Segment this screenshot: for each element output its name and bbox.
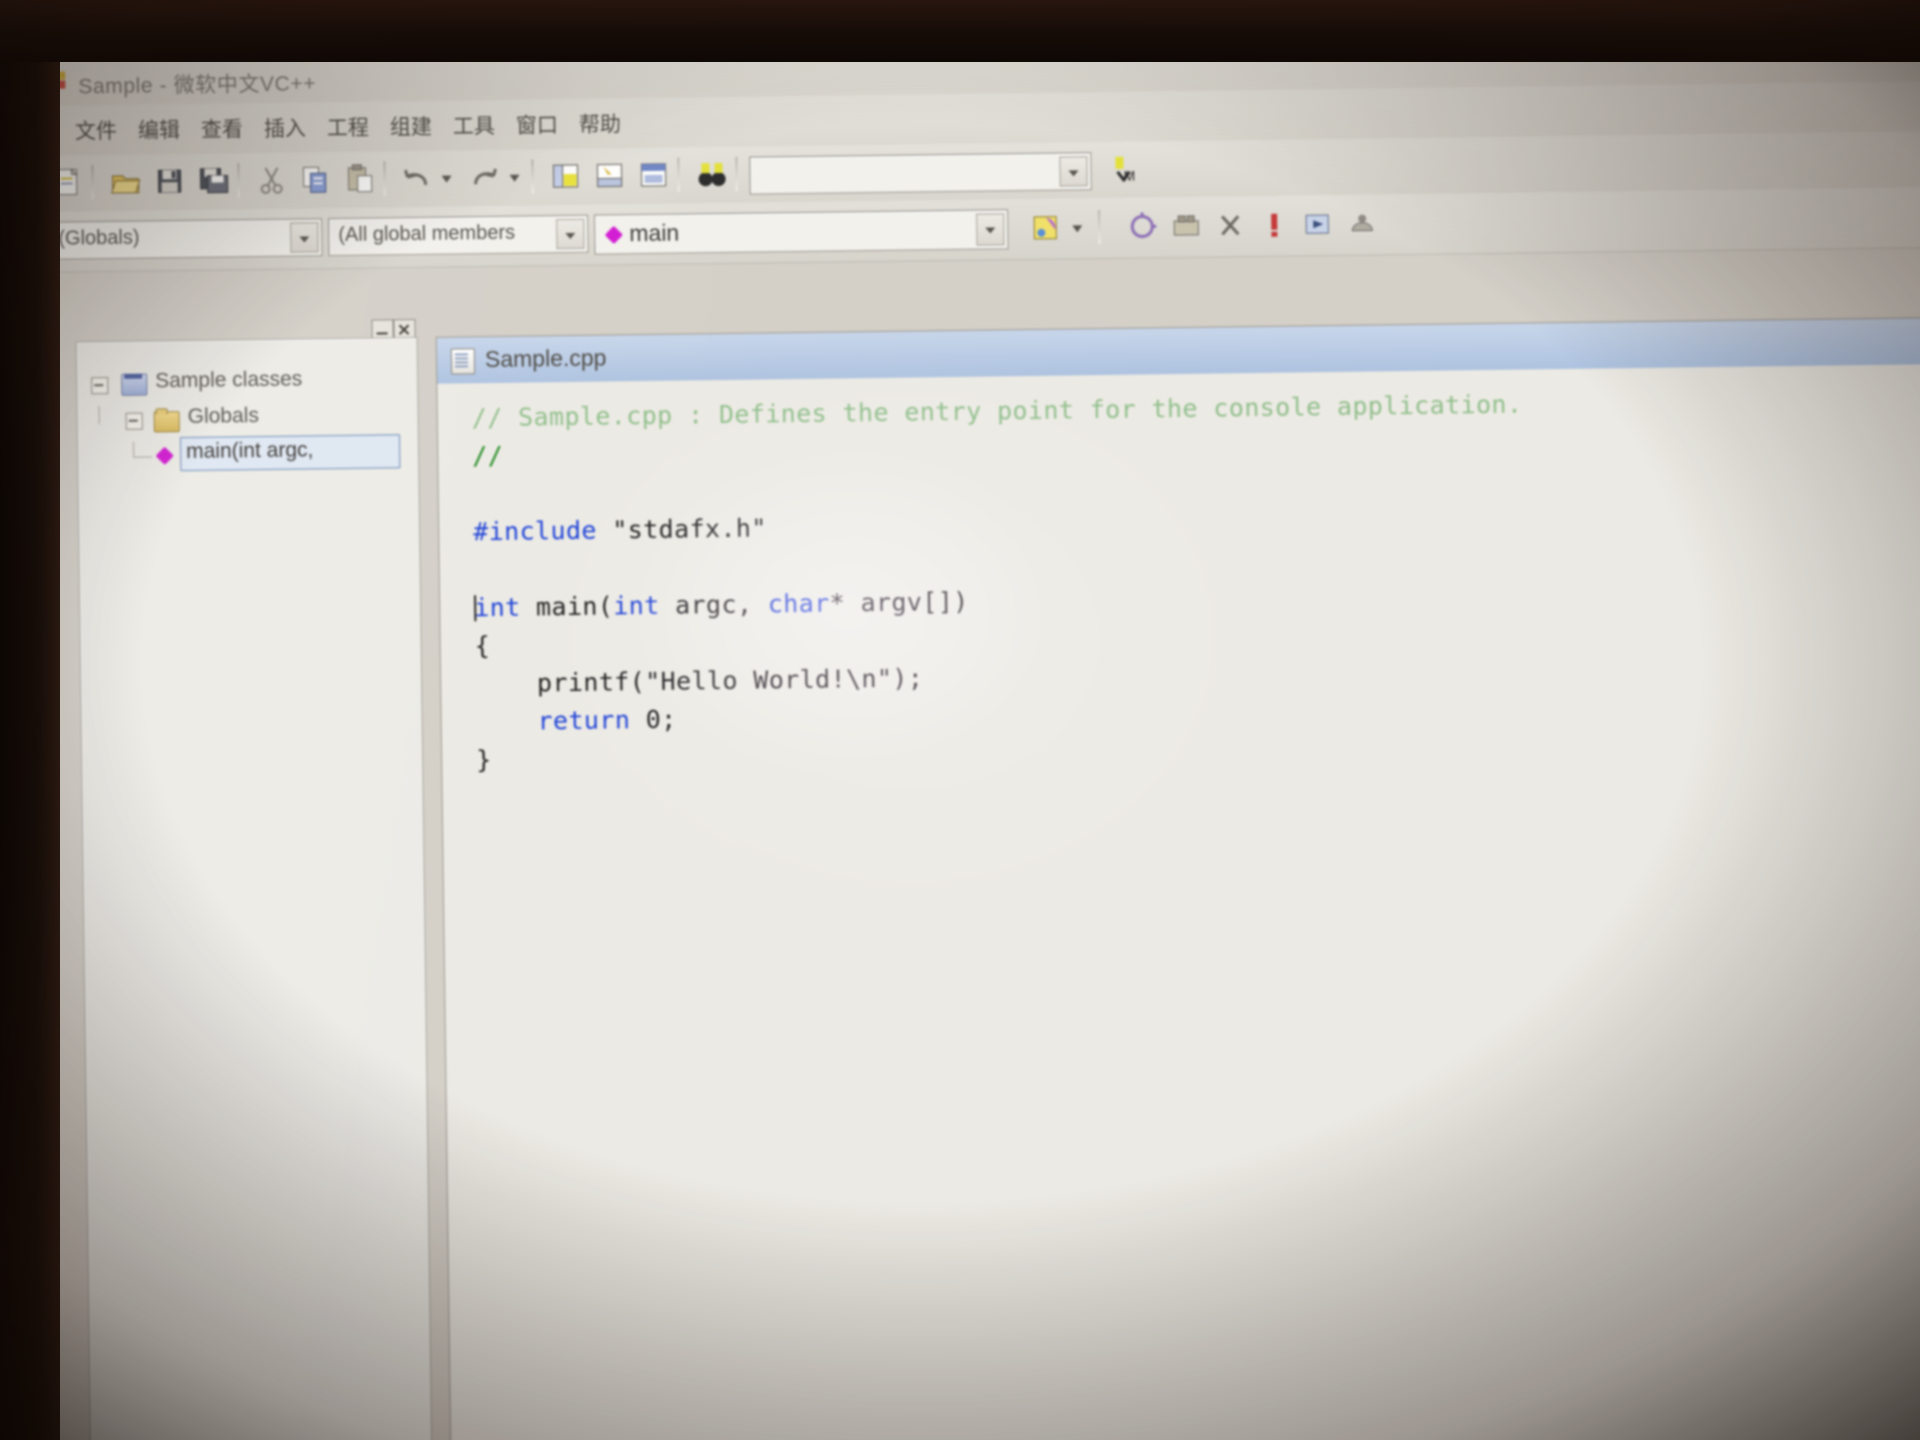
- tree-item-label: main(int argc,: [185, 438, 314, 464]
- code-printf-line: printf("Hello World!\n");: [475, 663, 924, 699]
- workspace-toggle-button[interactable]: [545, 157, 585, 196]
- member-diamond-icon: [155, 446, 174, 466]
- tree-item-label: Sample classes: [155, 367, 303, 393]
- menu-build[interactable]: 组建: [390, 111, 432, 142]
- tree-expander-icon[interactable]: [91, 377, 109, 395]
- execute-button[interactable]: [1254, 206, 1294, 245]
- code-argc: argc,: [659, 589, 768, 620]
- code-argv: * argv[]): [829, 586, 969, 618]
- stop-build-button[interactable]: [1210, 206, 1250, 245]
- menu-window[interactable]: 窗口: [516, 109, 558, 140]
- symbol-combo-value: main: [629, 219, 680, 247]
- code-return-value: 0;: [630, 704, 677, 735]
- scope-combo-arrow[interactable]: [290, 222, 319, 253]
- svg-text:M: M: [1124, 168, 1136, 184]
- tree-item-sample-classes[interactable]: Sample classes: [77, 366, 417, 400]
- code-include-keyword: #include: [473, 515, 598, 547]
- monitor-bezel-top: [0, 0, 1920, 62]
- class-wizard-dropdown-button[interactable]: [1066, 208, 1088, 246]
- tree-item-main[interactable]: main(int argc,: [78, 434, 418, 472]
- save-all-button[interactable]: [193, 161, 233, 200]
- menu-file[interactable]: 文件: [75, 115, 117, 146]
- code-kw-int-2: int: [613, 590, 660, 621]
- code-kw-int-1: int: [474, 592, 521, 623]
- toolbar-separator-1: [91, 165, 94, 200]
- toggle-bookmark-button[interactable]: M: [1103, 149, 1143, 188]
- copy-button[interactable]: [295, 160, 335, 199]
- class-folder-icon: [121, 373, 148, 396]
- code-kw-return: return: [537, 705, 631, 736]
- save-file-button[interactable]: [149, 162, 189, 201]
- code-open-brace: {: [474, 631, 491, 661]
- vc6-ide-window: Sample - 微软中文VC++ 文件 编辑 查看 插入 工程 组建 工具 窗…: [34, 35, 1920, 1440]
- toolbar-separator-6: [735, 156, 738, 191]
- symbol-combo[interactable]: main: [594, 209, 1009, 255]
- watch-toggle-button[interactable]: [633, 156, 673, 195]
- symbol-combo-arrow[interactable]: [976, 213, 1005, 246]
- members-combo-arrow[interactable]: [556, 218, 585, 250]
- tree-line: [134, 456, 153, 458]
- toolbar-separator-2: [237, 163, 240, 198]
- open-file-button[interactable]: [105, 163, 145, 202]
- compile-button[interactable]: [1122, 207, 1162, 246]
- menu-tools[interactable]: 工具: [453, 110, 495, 141]
- photo-of-monitor: Sample - 微软中文VC++ 文件 编辑 查看 插入 工程 组建 工具 窗…: [0, 0, 1920, 1440]
- find-combo-arrow[interactable]: [1059, 156, 1088, 187]
- code-editor-window[interactable]: Sample.cpp // Sample.cpp : Defines the e…: [435, 316, 1920, 1440]
- cpp-file-icon: [450, 348, 476, 375]
- toolbar-separator-5: [677, 157, 680, 192]
- tree-line: [98, 406, 100, 425]
- redo-dropdown-button[interactable]: [503, 158, 525, 196]
- tree-item-globals[interactable]: Globals: [78, 402, 418, 436]
- redo-button[interactable]: [465, 158, 505, 197]
- insert-breakpoint-button[interactable]: [1342, 204, 1382, 243]
- find-combo[interactable]: [749, 152, 1092, 195]
- undo-button[interactable]: [397, 159, 437, 198]
- source-code[interactable]: // Sample.cpp : Defines the entry point …: [471, 380, 1920, 779]
- editor-document-name: Sample.cpp: [484, 344, 607, 373]
- members-combo-value: (All global members: [338, 221, 516, 247]
- code-include-path: "stdafx.h": [596, 513, 767, 545]
- toolbar-separator-4: [531, 159, 534, 194]
- members-combo[interactable]: (All global members: [328, 214, 589, 257]
- undo-dropdown-button[interactable]: [435, 158, 457, 196]
- paste-button[interactable]: [339, 159, 379, 198]
- menu-view[interactable]: 查看: [201, 113, 243, 144]
- menu-insert[interactable]: 插入: [264, 112, 306, 143]
- go-debug-button[interactable]: [1298, 205, 1338, 244]
- code-return-indent: [476, 706, 538, 736]
- workspace-classview-pane[interactable]: Sample classes Globals main(int argc,: [75, 337, 433, 1440]
- window-title: Sample - 微软中文VC++: [78, 72, 317, 99]
- scope-combo[interactable]: (Globals): [48, 218, 323, 260]
- code-kw-char: char: [767, 588, 830, 619]
- code-line-comment-2: //: [472, 440, 504, 471]
- globals-folder-icon: [153, 411, 180, 433]
- menu-project[interactable]: 工程: [327, 112, 369, 143]
- editor-text-area[interactable]: // Sample.cpp : Defines the entry point …: [437, 363, 1920, 1440]
- menu-help[interactable]: 帮助: [579, 108, 621, 139]
- tree-item-label: Globals: [187, 404, 260, 429]
- find-in-files-button[interactable]: [691, 155, 731, 194]
- wizardbar-separator: [1098, 210, 1101, 245]
- tree-line: [133, 441, 135, 458]
- member-diamond-icon: [604, 225, 624, 245]
- menu-edit[interactable]: 编辑: [138, 114, 180, 145]
- tree-expander-icon[interactable]: [125, 412, 143, 430]
- scope-combo-value: (Globals): [58, 226, 140, 250]
- code-main-open: main(: [520, 591, 614, 622]
- class-wizard-button[interactable]: [1026, 209, 1066, 248]
- build-button[interactable]: [1166, 207, 1206, 246]
- cut-button[interactable]: [251, 161, 291, 200]
- toolbar-separator-3: [383, 161, 386, 196]
- code-line-comment-1: // Sample.cpp : Defines the entry point …: [471, 389, 1523, 433]
- code-close-brace: }: [476, 745, 492, 775]
- monitor-bezel-left: [0, 0, 60, 1440]
- output-toggle-button[interactable]: [589, 156, 629, 195]
